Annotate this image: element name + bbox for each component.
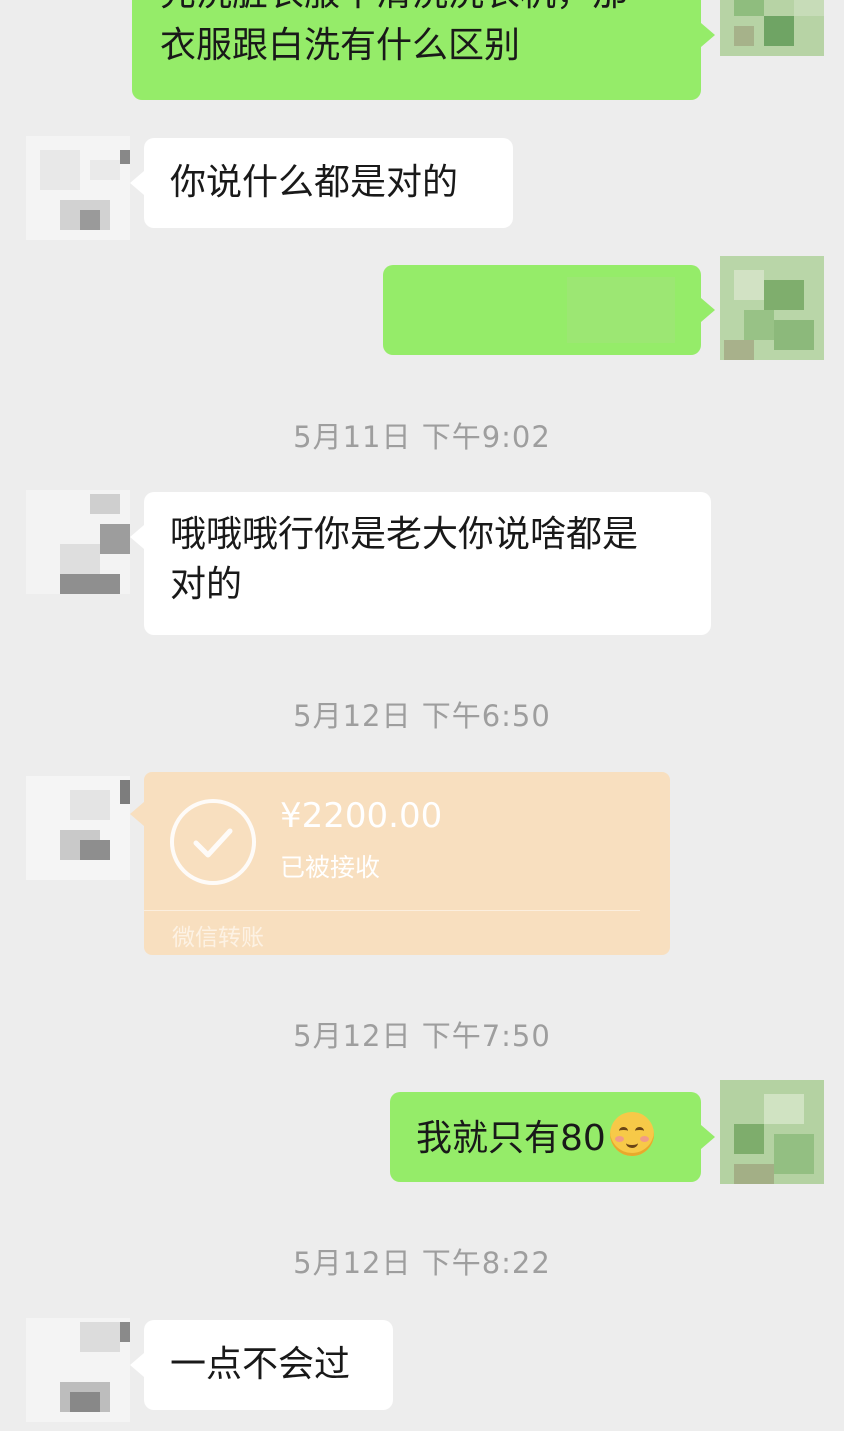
transfer-divider xyxy=(144,910,640,911)
transfer-received-check-icon xyxy=(170,799,256,885)
my-avatar[interactable] xyxy=(720,1080,824,1184)
blurred-content xyxy=(567,277,675,343)
contact-avatar[interactable] xyxy=(26,1318,130,1422)
my-avatar[interactable] xyxy=(720,256,824,360)
message-text: 你说什么都是对的 xyxy=(170,162,459,203)
message-bubble-received[interactable]: 哦哦哦行你是老大你说啥都是 对的 xyxy=(130,492,711,635)
contact-avatar[interactable] xyxy=(26,776,130,880)
message-text: 我就只有80 xyxy=(416,1118,606,1159)
message-bubble-sent[interactable]: 先洗脏衣服不清洗洗衣机，那 衣服跟白洗有什么区别 xyxy=(132,0,715,100)
message-bubble-sent[interactable] xyxy=(383,265,715,355)
message-timestamp: 5月12日 下午6:50 xyxy=(293,699,551,733)
message-text-line: 对的 xyxy=(170,564,243,605)
my-avatar[interactable] xyxy=(720,0,824,56)
contact-avatar[interactable] xyxy=(26,490,130,594)
relieved-face-emoji xyxy=(609,1112,654,1156)
message-text-line: 衣服跟白洗有什么区别 xyxy=(160,25,521,66)
contact-avatar[interactable] xyxy=(26,136,130,240)
transfer-status: 已被接收 xyxy=(280,853,381,882)
message-timestamp: 5月12日 下午7:50 xyxy=(293,1019,551,1053)
transfer-footer-label: 微信转账 xyxy=(172,925,264,951)
message-text-line: 哦哦哦行你是老大你说啥都是 xyxy=(170,514,639,555)
message-timestamp: 5月12日 下午8:22 xyxy=(293,1246,551,1280)
message-text-line: 先洗脏衣服不清洗洗衣机，那 xyxy=(160,0,628,19)
message-text: 一点不会过 xyxy=(170,1344,351,1385)
message-bubble-received[interactable]: 你说什么都是对的 xyxy=(130,138,513,228)
message-bubble-sent[interactable]: 我就只有80 xyxy=(390,1092,715,1182)
transfer-amount: ¥2200.00 xyxy=(280,796,443,836)
message-timestamp: 5月11日 下午9:02 xyxy=(293,420,551,454)
transfer-card[interactable]: ¥2200.00 已被接收 微信转账 xyxy=(130,772,670,955)
message-bubble-received[interactable]: 一点不会过 xyxy=(130,1320,393,1410)
